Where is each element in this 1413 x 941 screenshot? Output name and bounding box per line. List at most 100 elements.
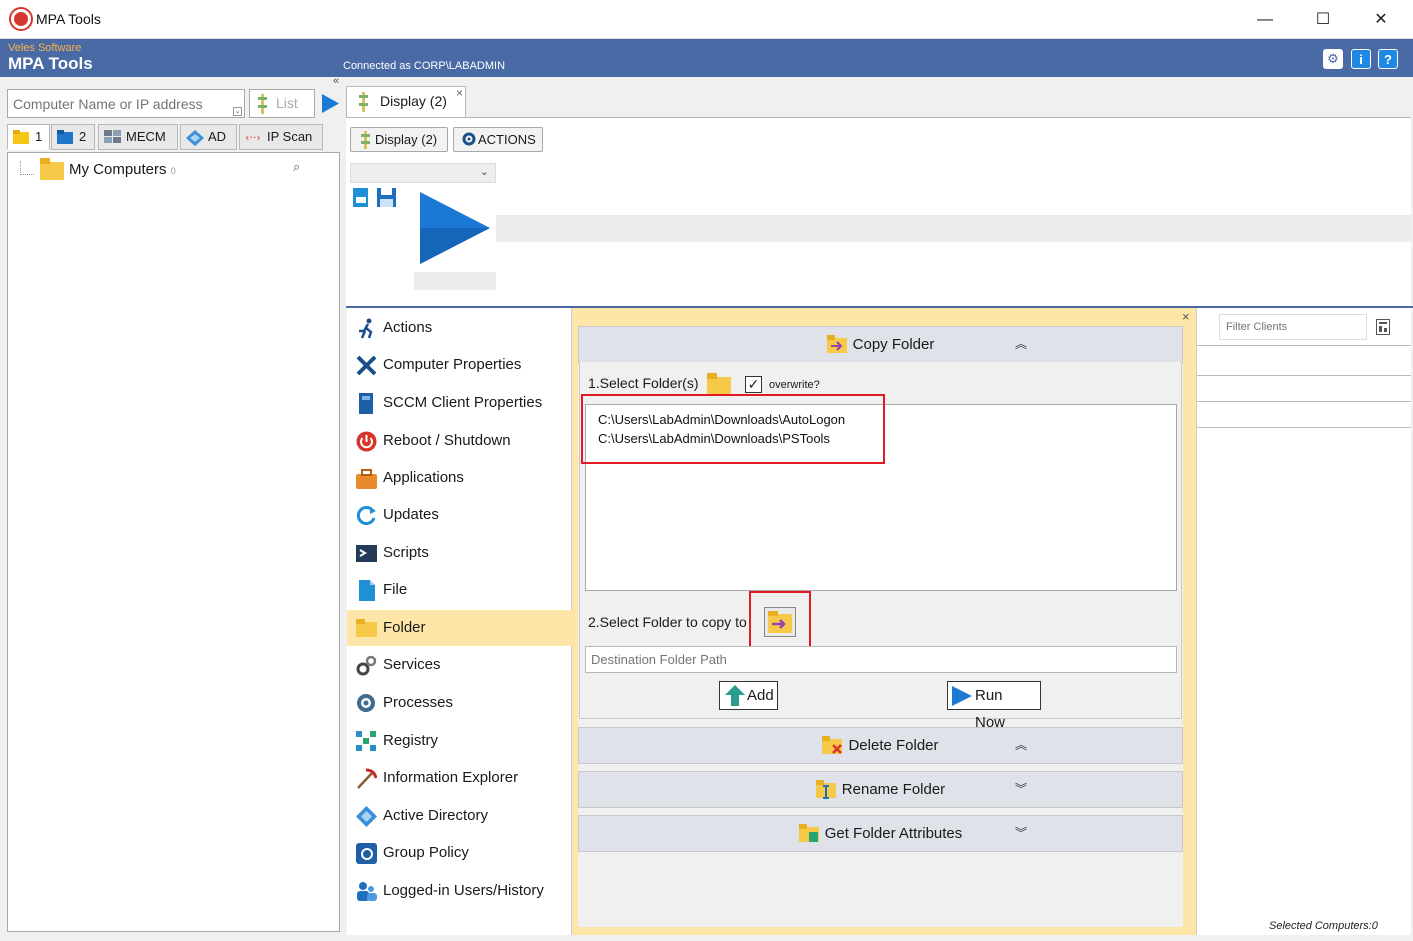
tab-label: AD [208, 129, 227, 144]
run-button-base [414, 272, 496, 290]
category-reboot-shutdown[interactable]: Reboot / Shutdown [347, 423, 572, 459]
highlight-box [581, 394, 885, 464]
section-title: Delete Folder [848, 737, 939, 754]
category-registry[interactable]: Registry [347, 723, 572, 759]
selected-computers-status: Selected Computers:0 [1269, 920, 1378, 932]
display-toolbar-strip [496, 215, 1411, 242]
maximize-button[interactable]: ☐ [1300, 6, 1346, 34]
category-applications[interactable]: Applications [347, 460, 572, 496]
category-list: Actions Computer Properties SCCM Client … [347, 308, 572, 935]
close-button[interactable]: ✕ [1358, 6, 1404, 34]
tab-ad[interactable]: AD [180, 124, 237, 150]
folder-icon [356, 618, 377, 639]
window-title: MPA Tools [36, 11, 101, 27]
list-icon [361, 131, 371, 149]
filter-clients-field[interactable] [1219, 314, 1367, 340]
tree-root-my-computers[interactable]: My Computers 0 [69, 161, 176, 178]
tab-group-1[interactable]: 1 [7, 124, 50, 150]
divider [1196, 427, 1411, 428]
gear-icon [462, 132, 476, 146]
destination-path-input[interactable] [586, 647, 1176, 672]
title-bar: MPA Tools — ☐ ✕ [0, 0, 1413, 39]
export-icon[interactable] [353, 188, 371, 208]
dropdown-arrow-icon[interactable]: ⌄ [233, 107, 242, 116]
highlight-box [749, 591, 811, 649]
subtab-display[interactable]: Display (2) [350, 127, 448, 152]
tab-ip-scan[interactable]: ‹··› IP Scan [239, 124, 323, 150]
close-tab-icon[interactable]: × [456, 79, 463, 108]
connect-play-button[interactable] [317, 89, 342, 118]
collapse-chevron-icon[interactable]: ︽ [1015, 327, 1027, 362]
folder-icon [40, 158, 64, 180]
expand-chevron-icon[interactable]: ︾ [1015, 772, 1027, 807]
subtab-actions[interactable]: ACTIONS [453, 127, 543, 152]
category-active-directory[interactable]: Active Directory [347, 798, 572, 834]
delete-folder-header[interactable]: Delete Folder ︽ [578, 727, 1183, 764]
category-file[interactable]: File [347, 572, 572, 608]
expand-chevron-icon[interactable]: ︽ [1015, 728, 1027, 763]
add-button[interactable]: Add [719, 681, 778, 710]
refresh-icon [356, 505, 377, 526]
category-logged-in-users[interactable]: Logged-in Users/History [347, 873, 572, 909]
subtab-label: ACTIONS [478, 132, 536, 147]
category-updates[interactable]: Updates [347, 497, 572, 533]
computer-search-input[interactable] [8, 90, 244, 117]
report-icon[interactable] [1376, 319, 1390, 335]
overwrite-checkbox[interactable]: ✓ [745, 376, 762, 393]
copy-folder-icon [826, 335, 847, 355]
product-name: MPA Tools [8, 54, 93, 73]
app-logo-icon [11, 9, 31, 29]
divider [1196, 345, 1411, 346]
category-scripts[interactable]: Scripts [347, 535, 572, 571]
destination-path-field[interactable] [585, 646, 1177, 673]
divider [1196, 401, 1411, 402]
list-label: List [276, 95, 298, 111]
category-folder[interactable]: Folder [347, 610, 572, 646]
tab-group-2[interactable]: 2 [51, 124, 95, 150]
computer-tree[interactable]: My Computers 0 ⌕ [7, 152, 340, 932]
browse-folders-button[interactable] [707, 373, 731, 395]
filter-clients-input[interactable] [1220, 315, 1366, 339]
settings-icon[interactable]: ⚙ [1323, 49, 1343, 69]
save-icon[interactable] [377, 188, 396, 208]
rename-folder-header[interactable]: Rename Folder ︾ [578, 771, 1183, 808]
run-play-button[interactable] [414, 188, 494, 266]
category-processes[interactable]: Processes [347, 685, 572, 721]
category-actions[interactable]: Actions [347, 310, 572, 346]
category-computer-properties[interactable]: Computer Properties [347, 347, 572, 383]
delete-folder-icon [822, 736, 843, 756]
list-button[interactable]: List [249, 89, 315, 118]
copy-folder-header[interactable]: Copy Folder ︽ [578, 326, 1183, 363]
arrow-up-icon [725, 685, 745, 707]
expand-chevron-icon[interactable]: ︾ [1015, 816, 1027, 851]
tree-root-count: 0 [170, 166, 176, 176]
clients-panel [1196, 308, 1411, 935]
sccm-icon [356, 393, 377, 414]
collapse-panel-button[interactable]: « [333, 75, 339, 87]
get-folder-attributes-header[interactable]: Get Folder Attributes ︾ [578, 815, 1183, 852]
tab-label: 2 [79, 129, 87, 144]
run-now-button[interactable]: Run Now [947, 681, 1041, 731]
category-group-policy[interactable]: Group Policy [347, 835, 572, 871]
folder-blue-icon [57, 130, 73, 144]
tab-mecm[interactable]: MECM [98, 124, 178, 150]
help-icon[interactable]: ? [1378, 49, 1398, 69]
tools-icon [356, 355, 377, 376]
tree-connector [20, 161, 34, 175]
close-pane-icon[interactable]: × [1182, 309, 1190, 324]
category-information-explorer[interactable]: Information Explorer [347, 760, 572, 796]
display-dropdown[interactable]: ⌄ [350, 163, 496, 183]
info-icon[interactable]: i [1351, 49, 1371, 69]
section-title: Get Folder Attributes [824, 825, 963, 842]
category-services[interactable]: Services [347, 647, 572, 683]
divider [1196, 308, 1197, 935]
computer-search-field[interactable]: ⌄ [7, 89, 245, 118]
tab-display[interactable]: Display (2) × [346, 86, 466, 117]
minimize-button[interactable]: — [1242, 6, 1288, 34]
search-tree-icon[interactable]: ⌕ [293, 159, 300, 175]
rename-folder-icon [815, 780, 836, 800]
overwrite-label: overwrite? [769, 379, 820, 391]
section-title: Rename Folder [841, 781, 946, 798]
category-sccm-client-properties[interactable]: SCCM Client Properties [347, 385, 572, 421]
power-icon [356, 431, 377, 452]
